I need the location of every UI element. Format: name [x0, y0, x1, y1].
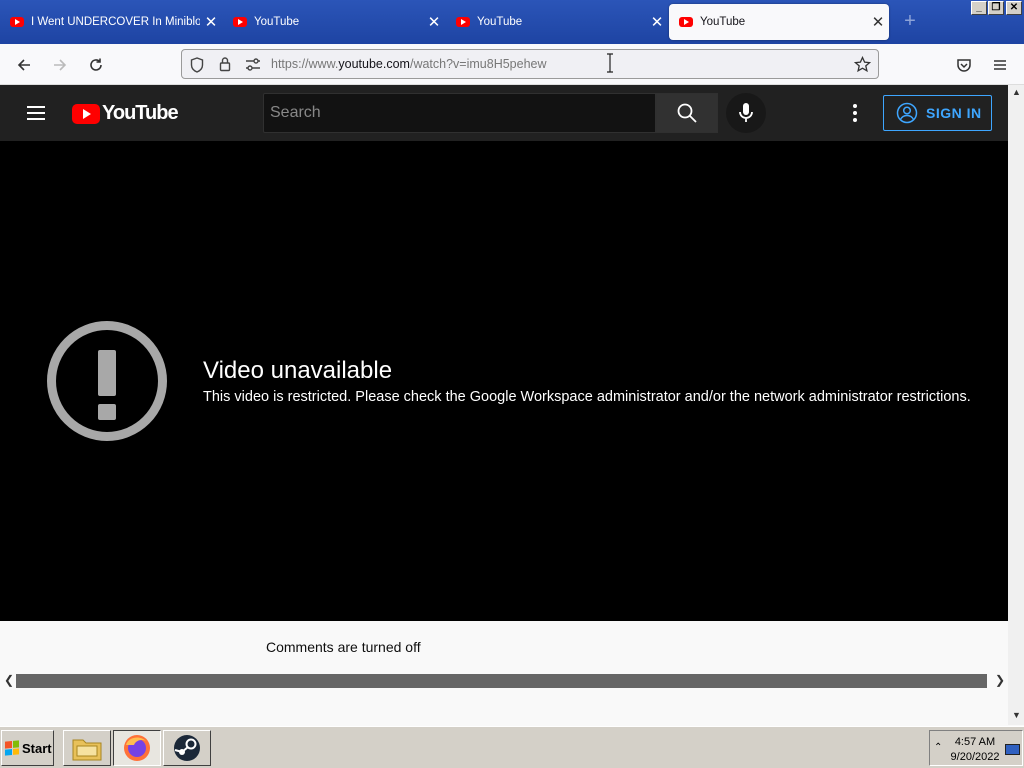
file-explorer-icon [72, 739, 102, 761]
reload-icon [90, 58, 102, 71]
search-input[interactable] [264, 94, 655, 132]
tab-2[interactable]: YouTube ✕ [223, 4, 445, 40]
error-message: This video is restricted. Please check t… [203, 389, 971, 405]
scroll-down-icon[interactable]: ▼ [1012, 710, 1021, 720]
tab-title: YouTube [477, 16, 523, 28]
url-prefix: https://www. [271, 57, 339, 71]
close-tab-icon[interactable]: ✕ [423, 13, 445, 31]
system-tray: ⌃ 4:57 AM 9/20/2022 [929, 730, 1023, 766]
bookmark-star-icon[interactable] [854, 56, 871, 73]
forward-button[interactable] [47, 52, 73, 78]
restore-button[interactable]: ❐ [988, 1, 1004, 15]
sign-in-button[interactable]: SIGN IN [883, 95, 992, 131]
show-hidden-icons-icon[interactable]: ⌃ [934, 742, 942, 753]
forward-arrow-icon [54, 59, 67, 71]
youtube-favicon-icon [10, 17, 24, 27]
url-domain: youtube.com [338, 57, 410, 71]
logo-text: YouTube [102, 102, 179, 124]
url-bar[interactable]: https://www.youtube.com/watch?v=imu8H5pe… [181, 49, 879, 79]
voice-search-button[interactable] [726, 93, 766, 133]
start-label: Start [22, 740, 52, 756]
tab-4-active[interactable]: YouTube ✕ [669, 4, 889, 40]
tab-title: YouTube [254, 16, 300, 28]
taskbar-file-explorer[interactable] [63, 730, 111, 766]
tab-title: YouTube [700, 16, 746, 28]
scroll-up-icon[interactable]: ▲ [1012, 87, 1021, 97]
screen: I Went UNDERCOVER In Minibloxia ✕ YouTub… [0, 0, 1024, 768]
show-desktop-icon[interactable] [1005, 744, 1020, 755]
youtube-favicon-icon [233, 17, 247, 27]
tab-1[interactable]: I Went UNDERCOVER In Minibloxia ✕ [0, 4, 222, 40]
scroll-right-icon[interactable]: ❯ [995, 673, 1005, 687]
close-tab-icon[interactable]: ✕ [646, 13, 668, 31]
youtube-logo[interactable]: YouTube [72, 102, 179, 125]
pocket-icon [957, 59, 971, 72]
new-tab-button[interactable]: + [898, 10, 922, 34]
minimize-button[interactable]: _ [971, 1, 987, 15]
vertical-scrollbar[interactable]: ▲ ▼ [1008, 85, 1024, 725]
steam-icon [174, 735, 200, 761]
search-box[interactable] [263, 93, 656, 133]
taskbar-firefox[interactable] [113, 730, 161, 766]
youtube-play-icon [72, 103, 100, 124]
tab-strip: I Went UNDERCOVER In Minibloxia ✕ YouTub… [0, 0, 1024, 44]
clock-date: 9/20/2022 [950, 751, 1000, 763]
youtube-favicon-icon [456, 17, 470, 27]
permissions-icon[interactable] [245, 58, 261, 71]
comments-status: Comments are turned off [266, 639, 421, 655]
firefox-icon [124, 735, 150, 761]
youtube-header: YouTube SIGN IN [0, 85, 1008, 141]
app-menu-button[interactable] [987, 52, 1013, 78]
lock-icon[interactable] [219, 56, 231, 72]
pocket-button[interactable] [951, 52, 977, 78]
sign-in-label: SIGN IN [926, 105, 982, 121]
back-arrow-icon [17, 59, 30, 71]
back-button[interactable] [11, 52, 37, 78]
text-cursor [606, 53, 613, 75]
tab-title: I Went UNDERCOVER In Minibloxia [31, 16, 200, 28]
close-tab-icon[interactable]: ✕ [867, 13, 889, 31]
error-title: Video unavailable [203, 357, 393, 384]
clock[interactable]: 4:57 AM 9/20/2022 [946, 735, 1004, 765]
video-player[interactable]: Video unavailable This video is restrict… [0, 141, 1008, 621]
url-path: /watch?v=imu8H5pehew [409, 57, 547, 71]
more-vertical-icon [853, 104, 857, 122]
scroll-left-icon[interactable]: ❮ [4, 673, 14, 687]
search-button[interactable] [656, 93, 718, 133]
url-text[interactable]: https://www.youtube.com/watch?v=imu8H5pe… [271, 57, 547, 71]
taskbar: Start ⌃ 4:57 AM 9/20/2022 [0, 726, 1024, 768]
account-circle-icon [896, 102, 918, 124]
hamburger-menu-icon [994, 60, 1006, 70]
settings-more-button[interactable] [843, 101, 867, 125]
horizontal-scrollbar[interactable]: ❮ ❯ [0, 672, 1008, 690]
tab-3[interactable]: YouTube ✕ [446, 4, 668, 40]
close-window-button[interactable]: ✕ [1006, 1, 1022, 15]
reload-button[interactable] [83, 52, 109, 78]
start-button[interactable]: Start [1, 730, 54, 766]
horizontal-scroll-thumb[interactable] [16, 674, 987, 688]
guide-menu-button[interactable] [24, 101, 48, 125]
nav-bar: https://www.youtube.com/watch?v=imu8H5pe… [0, 44, 1024, 85]
close-tab-icon[interactable]: ✕ [200, 13, 222, 31]
shield-icon[interactable] [190, 57, 204, 73]
youtube-favicon-icon [679, 17, 693, 27]
windows-flag-icon [5, 740, 19, 756]
search-icon [677, 103, 697, 123]
taskbar-steam[interactable] [163, 730, 211, 766]
clock-time: 4:57 AM [954, 736, 996, 748]
error-exclamation-icon [47, 321, 167, 441]
microphone-icon [739, 103, 753, 122]
hamburger-menu-icon [27, 106, 45, 120]
